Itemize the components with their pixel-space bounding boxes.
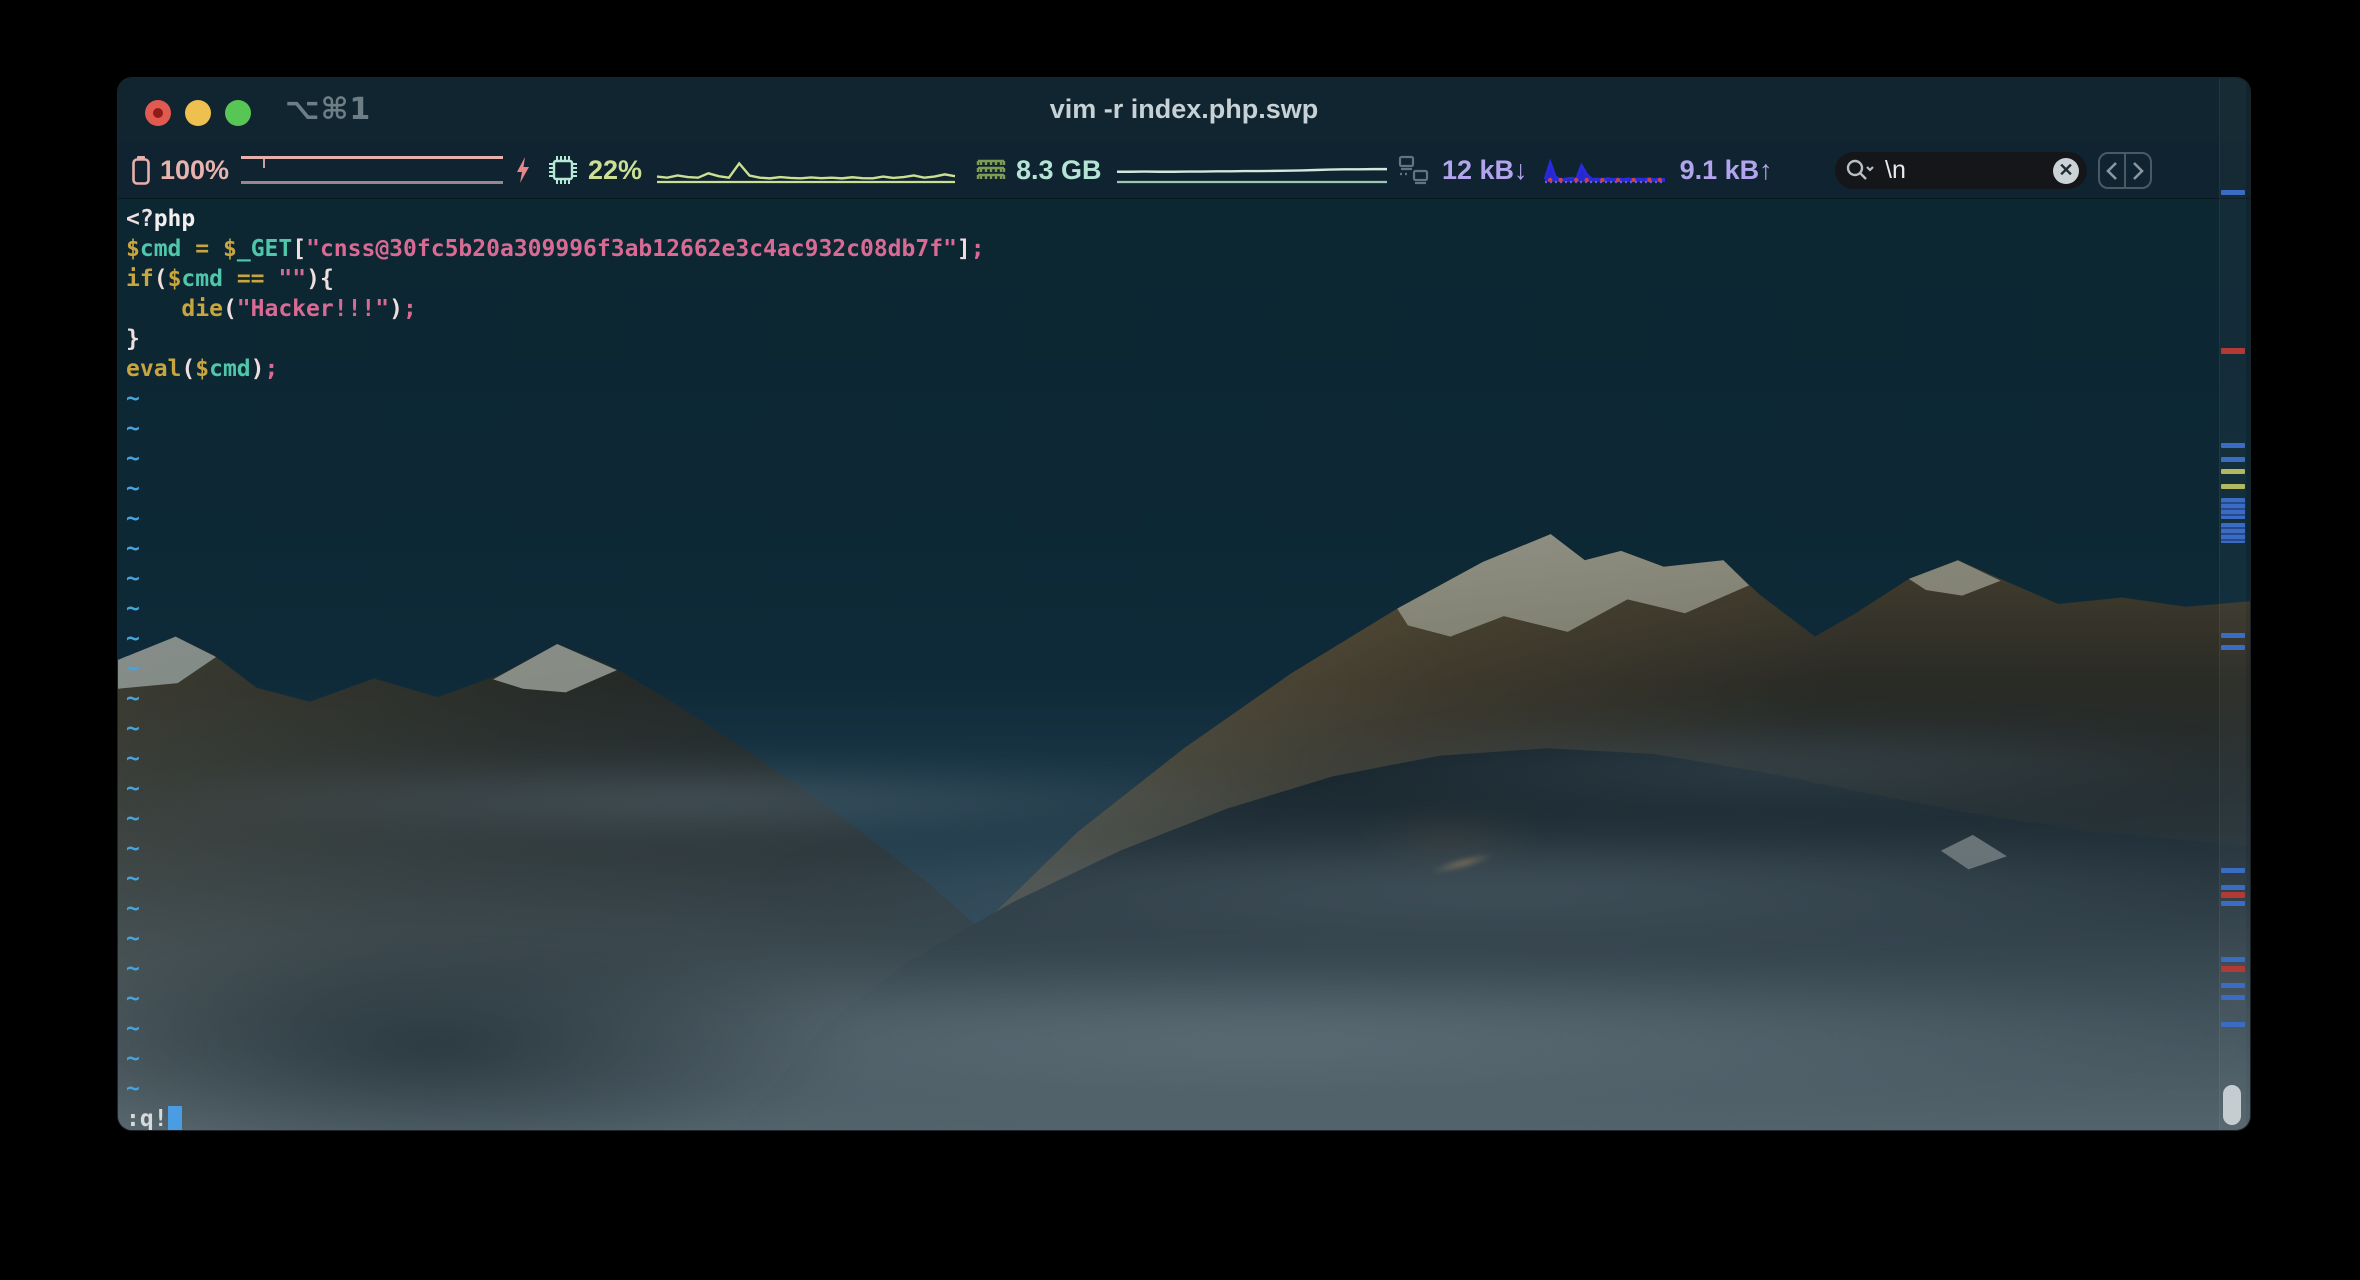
scrollbar-mark-blue <box>2221 885 2245 890</box>
scrollbar-mark-strip <box>2219 78 2246 1130</box>
tilde-line: ~ <box>126 714 2250 744</box>
tilde-line: ~ <box>126 774 2250 804</box>
desktop: ⌥⌘1 vim -r index.php.swp 100% <box>0 0 2360 1280</box>
code-line: eval($cmd); <box>126 354 2250 384</box>
search-input[interactable] <box>1883 155 2053 186</box>
tilde-line: ~ <box>126 534 2250 564</box>
network-up: 9.1 kB↑ <box>1680 155 1773 186</box>
code-line: $cmd = $_GET["cnss@30fc5b20a309996f3ab12… <box>126 234 2250 264</box>
scrollbar-mark-blue <box>2221 983 2245 988</box>
scrollbar-mark-blue <box>2221 868 2245 873</box>
scrollbar-mark-blue <box>2221 1022 2245 1027</box>
terminal-content[interactable]: <?php$cmd = $_GET["cnss@30fc5b20a309996f… <box>118 199 2250 1130</box>
scrollbar-mark-blueblock <box>2221 498 2245 519</box>
tilde-line: ~ <box>126 684 2250 714</box>
scrollbar-mark-blueblock <box>2221 523 2245 543</box>
scrollbar-mark-blue <box>2221 457 2245 462</box>
cpu-percent: 22% <box>588 155 642 186</box>
scrollbar-mark-blue <box>2221 901 2245 906</box>
next-match-button[interactable] <box>2126 154 2150 187</box>
clear-search-button[interactable]: ✕ <box>2053 158 2079 184</box>
scrollbar-mark-red <box>2221 966 2245 972</box>
tilde-line: ~ <box>126 384 2250 414</box>
network-down: 12 kB↓ <box>1442 155 1528 186</box>
tilde-line: ~ <box>126 504 2250 534</box>
terminal-window: ⌥⌘1 vim -r index.php.swp 100% <box>118 78 2250 1130</box>
title-bar[interactable]: ⌥⌘1 vim -r index.php.swp <box>118 78 2250 142</box>
scrollbar-mark-red <box>2221 348 2245 354</box>
scrollbar-mark-yellow <box>2221 469 2245 474</box>
scrollbar-mark-blue <box>2221 633 2245 638</box>
vim-buffer: <?php$cmd = $_GET["cnss@30fc5b20a309996f… <box>118 199 2250 1130</box>
tilde-line: ~ <box>126 894 2250 924</box>
scrollbar-thumb[interactable] <box>2223 1085 2241 1125</box>
battery-percent: 100% <box>160 155 229 186</box>
code-line: } <box>126 324 2250 354</box>
battery-history-graph <box>241 156 503 184</box>
battery-widget: 100% <box>132 142 531 198</box>
code-line: if($cmd == ""){ <box>126 264 2250 294</box>
tilde-line: ~ <box>126 984 2250 1014</box>
search-field[interactable]: ✕ <box>1835 152 2087 189</box>
scrollbar-mark-red <box>2221 892 2245 898</box>
tilde-line: ~ <box>126 474 2250 504</box>
search-icon <box>1845 158 1875 184</box>
scrollbar-mark-yellow <box>2221 484 2245 489</box>
network-icon <box>1396 153 1430 187</box>
network-widget: 12 kB↓ 9.1 kB↑ <box>1396 142 1773 198</box>
tilde-line: ~ <box>126 624 2250 654</box>
status-bar: 100% 22% <box>118 142 2250 199</box>
tilde-line: ~ <box>126 1074 2250 1104</box>
tilde-line: ~ <box>126 924 2250 954</box>
code-line: die("Hacker!!!"); <box>126 294 2250 324</box>
scrollbar-mark-blue <box>2221 957 2245 962</box>
tilde-line: ~ <box>126 564 2250 594</box>
memory-widget: 8.3 GB <box>976 142 1388 198</box>
tilde-line: ~ <box>126 1014 2250 1044</box>
memory-graph <box>1116 156 1388 184</box>
window-title: vim -r index.php.swp <box>118 94 2250 125</box>
search-nav-buttons <box>2098 152 2152 189</box>
previous-match-button[interactable] <box>2100 154 2126 187</box>
network-graph <box>1544 156 1666 184</box>
scrollbar-mark-blue <box>2221 645 2245 650</box>
vim-command-line: :q! <box>126 1104 2250 1130</box>
scrollbar-mark-blue <box>2221 190 2245 195</box>
tilde-line: ~ <box>126 414 2250 444</box>
code-line: <?php <box>126 204 2250 234</box>
tilde-line: ~ <box>126 834 2250 864</box>
scrollbar-mark-blue <box>2221 995 2245 1000</box>
memory-used: 8.3 GB <box>1016 155 1102 186</box>
charging-bolt-icon <box>515 157 531 183</box>
tilde-line: ~ <box>126 864 2250 894</box>
cpu-chip-icon <box>548 155 578 185</box>
tilde-line: ~ <box>126 444 2250 474</box>
ram-icon <box>976 156 1006 184</box>
battery-icon <box>132 155 150 185</box>
scrollbar-mark-blue <box>2221 443 2245 448</box>
tilde-line: ~ <box>126 594 2250 624</box>
terminal-cursor <box>168 1106 182 1130</box>
tilde-line: ~ <box>126 954 2250 984</box>
tilde-line: ~ <box>126 1044 2250 1074</box>
cpu-widget: 22% <box>548 142 956 198</box>
tilde-line: ~ <box>126 744 2250 774</box>
tilde-line: ~ <box>126 804 2250 834</box>
cpu-graph <box>656 156 956 184</box>
tilde-line: ~ <box>126 654 2250 684</box>
